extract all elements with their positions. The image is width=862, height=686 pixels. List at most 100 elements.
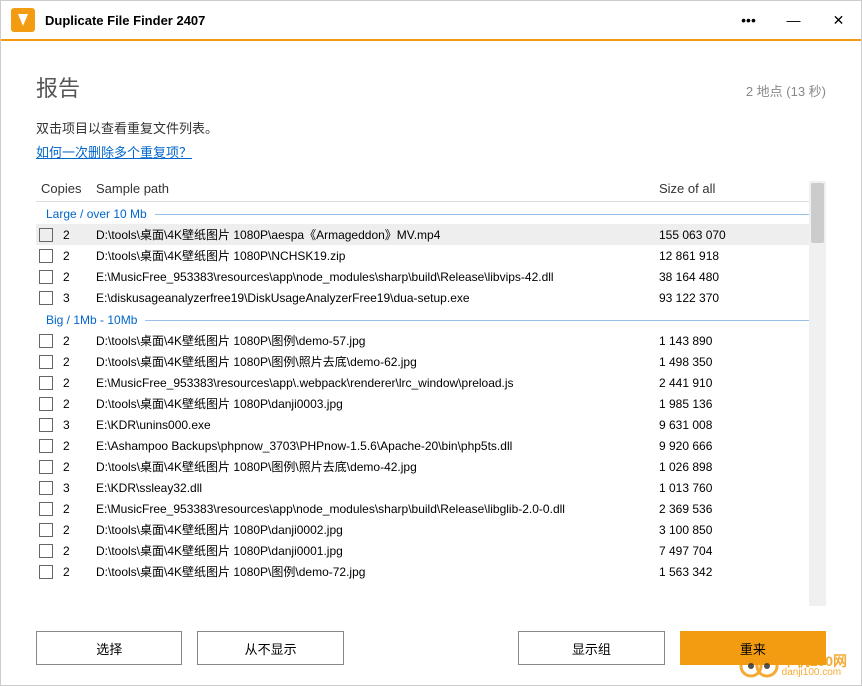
row-size: 9 631 008 xyxy=(659,418,809,432)
row-copies: 2 xyxy=(63,439,96,453)
app-window: Duplicate File Finder 2407 ••• — ✕ 报告 2 … xyxy=(0,0,862,686)
row-copies: 3 xyxy=(63,481,96,495)
table-row[interactable]: 2D:\tools\桌面\4K壁纸图片 1080P\NCHSK19.zip12 … xyxy=(36,245,809,266)
row-checkbox[interactable] xyxy=(39,270,53,284)
column-path[interactable]: Sample path xyxy=(96,181,659,196)
app-title: Duplicate File Finder 2407 xyxy=(45,13,726,28)
row-size: 1 143 890 xyxy=(659,334,809,348)
table-row[interactable]: 2D:\tools\桌面\4K壁纸图片 1080P\danji0002.jpg3… xyxy=(36,519,809,540)
menu-button[interactable]: ••• xyxy=(726,0,771,40)
watermark-sub: danji100.com xyxy=(782,668,847,678)
close-button[interactable]: ✕ xyxy=(816,0,861,40)
vertical-scrollbar[interactable] xyxy=(809,181,826,606)
row-copies: 2 xyxy=(63,334,96,348)
row-checkbox[interactable] xyxy=(39,334,53,348)
report-meta: 2 地点 (13 秒) xyxy=(746,81,826,100)
row-checkbox[interactable] xyxy=(39,460,53,474)
select-button[interactable]: 选择 xyxy=(36,631,182,665)
row-copies: 3 xyxy=(63,418,96,432)
scroll-thumb[interactable] xyxy=(811,183,824,243)
table-row[interactable]: 2D:\tools\桌面\4K壁纸图片 1080P\danji0003.jpg1… xyxy=(36,393,809,414)
row-size: 3 100 850 xyxy=(659,523,809,537)
table-row[interactable]: 3E:\KDR\unins000.exe9 631 008 xyxy=(36,414,809,435)
row-copies: 2 xyxy=(63,460,96,474)
app-icon xyxy=(11,8,35,32)
table-row[interactable]: 2D:\tools\桌面\4K壁纸图片 1080P\图例\demo-72.jpg… xyxy=(36,561,809,582)
table-row[interactable]: 2E:\MusicFree_953383\resources\app\node_… xyxy=(36,266,809,287)
table-row[interactable]: 2D:\tools\桌面\4K壁纸图片 1080P\图例\照片去底\demo-6… xyxy=(36,351,809,372)
row-path: D:\tools\桌面\4K壁纸图片 1080P\图例\照片去底\demo-42… xyxy=(96,458,659,475)
row-path: D:\tools\桌面\4K壁纸图片 1080P\NCHSK19.zip xyxy=(96,247,659,264)
table-row[interactable]: 3E:\KDR\ssleay32.dll1 013 760 xyxy=(36,477,809,498)
row-size: 7 497 704 xyxy=(659,544,809,558)
table-row[interactable]: 2E:\Ashampoo Backups\phpnow_3703\PHPnow-… xyxy=(36,435,809,456)
watermark-icon xyxy=(739,651,779,681)
row-checkbox[interactable] xyxy=(39,523,53,537)
row-copies: 2 xyxy=(63,523,96,537)
never-show-button[interactable]: 从不显示 xyxy=(197,631,343,665)
row-checkbox[interactable] xyxy=(39,502,53,516)
footer-bar: 选择 从不显示 显示组 重来 xyxy=(1,616,861,685)
row-copies: 3 xyxy=(63,291,96,305)
table-row[interactable]: 3E:\diskusageanalyzerfree19\DiskUsageAna… xyxy=(36,287,809,308)
report-title: 报告 xyxy=(36,71,80,103)
instructions-text: 双击项目以查看重复文件列表。 xyxy=(36,118,826,137)
row-checkbox[interactable] xyxy=(39,439,53,453)
results-table: Copies Sample path Size of all Large / o… xyxy=(36,181,826,606)
row-path: D:\tools\桌面\4K壁纸图片 1080P\图例\照片去底\demo-62… xyxy=(96,353,659,370)
row-checkbox[interactable] xyxy=(39,418,53,432)
row-path: D:\tools\桌面\4K壁纸图片 1080P\图例\demo-57.jpg xyxy=(96,332,659,349)
row-copies: 2 xyxy=(63,376,96,390)
row-size: 1 498 350 xyxy=(659,355,809,369)
help-link[interactable]: 如何一次删除多个重复项？ xyxy=(36,142,826,161)
row-checkbox[interactable] xyxy=(39,397,53,411)
row-path: E:\diskusageanalyzerfree19\DiskUsageAnal… xyxy=(96,291,659,305)
table-row[interactable]: 2D:\tools\桌面\4K壁纸图片 1080P\danji0001.jpg7… xyxy=(36,540,809,561)
table-row[interactable]: 2D:\tools\桌面\4K壁纸图片 1080P\图例\照片去底\demo-4… xyxy=(36,456,809,477)
group-header[interactable]: Large / over 10 Mb xyxy=(36,202,809,224)
row-path: D:\tools\桌面\4K壁纸图片 1080P\danji0001.jpg xyxy=(96,542,659,559)
row-copies: 2 xyxy=(63,355,96,369)
row-copies: 2 xyxy=(63,397,96,411)
table-row[interactable]: 2D:\tools\桌面\4K壁纸图片 1080P\aespa《Armagedd… xyxy=(36,224,809,245)
group-header[interactable]: Big / 1Mb - 10Mb xyxy=(36,308,809,330)
row-size: 155 063 070 xyxy=(659,228,809,242)
row-copies: 2 xyxy=(63,565,96,579)
table-row[interactable]: 2E:\MusicFree_953383\resources\app\.webp… xyxy=(36,372,809,393)
row-checkbox[interactable] xyxy=(39,544,53,558)
row-copies: 2 xyxy=(63,502,96,516)
column-size[interactable]: Size of all xyxy=(659,181,809,196)
row-size: 38 164 480 xyxy=(659,270,809,284)
row-checkbox[interactable] xyxy=(39,228,53,242)
watermark-main: 单机100网 xyxy=(782,654,847,668)
watermark: 单机100网 danji100.com xyxy=(739,651,847,681)
row-checkbox[interactable] xyxy=(39,376,53,390)
table-body: Large / over 10 Mb2D:\tools\桌面\4K壁纸图片 10… xyxy=(36,202,809,582)
report-header: 报告 2 地点 (13 秒) xyxy=(36,71,826,103)
row-checkbox[interactable] xyxy=(39,291,53,305)
minimize-button[interactable]: — xyxy=(771,0,816,40)
row-copies: 2 xyxy=(63,270,96,284)
row-checkbox[interactable] xyxy=(39,355,53,369)
row-path: D:\tools\桌面\4K壁纸图片 1080P\图例\demo-72.jpg xyxy=(96,563,659,580)
row-path: D:\tools\桌面\4K壁纸图片 1080P\danji0002.jpg xyxy=(96,521,659,538)
row-checkbox[interactable] xyxy=(39,565,53,579)
row-size: 1 563 342 xyxy=(659,565,809,579)
window-controls: ••• — ✕ xyxy=(726,0,861,40)
row-path: E:\KDR\ssleay32.dll xyxy=(96,481,659,495)
row-path: E:\MusicFree_953383\resources\app\.webpa… xyxy=(96,376,659,390)
row-checkbox[interactable] xyxy=(39,249,53,263)
row-copies: 2 xyxy=(63,228,96,242)
row-size: 1 013 760 xyxy=(659,481,809,495)
row-size: 12 861 918 xyxy=(659,249,809,263)
row-size: 2 369 536 xyxy=(659,502,809,516)
table-row[interactable]: 2E:\MusicFree_953383\resources\app\node_… xyxy=(36,498,809,519)
row-size: 93 122 370 xyxy=(659,291,809,305)
row-path: D:\tools\桌面\4K壁纸图片 1080P\danji0003.jpg xyxy=(96,395,659,412)
column-copies[interactable]: Copies xyxy=(36,181,96,196)
row-size: 1 026 898 xyxy=(659,460,809,474)
row-checkbox[interactable] xyxy=(39,481,53,495)
table-row[interactable]: 2D:\tools\桌面\4K壁纸图片 1080P\图例\demo-57.jpg… xyxy=(36,330,809,351)
show-group-button[interactable]: 显示组 xyxy=(518,631,664,665)
row-size: 1 985 136 xyxy=(659,397,809,411)
